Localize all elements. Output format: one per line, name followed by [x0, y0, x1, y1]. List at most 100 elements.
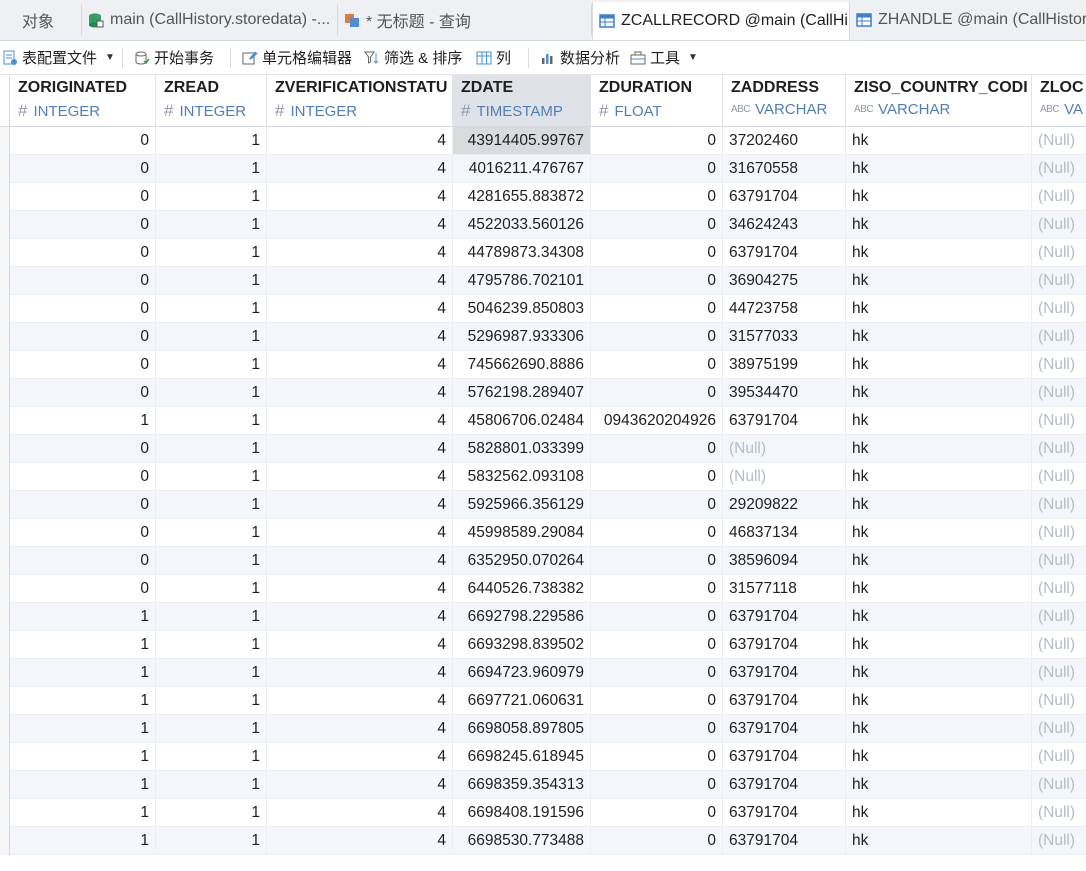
table-cell-ziso_country_codi[interactable]: hk [846, 323, 1032, 351]
tools-button[interactable]: 工具 ▼ [630, 41, 698, 74]
column-header-zaddress[interactable]: ZADDRESS ABC VARCHAR [723, 75, 846, 127]
table-cell-zdate[interactable]: 5296987.933306 [453, 323, 591, 351]
table-cell-ziso_country_codi[interactable]: hk [846, 127, 1032, 155]
table-cell-zoriginated[interactable]: 1 [10, 827, 156, 855]
table-cell-zdate[interactable]: 6698359.354313 [453, 771, 591, 799]
table-row[interactable]: 0 1 4 43914405.99767 0 37202460 hk (Null) [0, 127, 1086, 155]
table-cell-ziso_country_codi[interactable]: hk [846, 211, 1032, 239]
table-cell-zread[interactable]: 1 [156, 407, 267, 435]
table-cell-zoriginated[interactable]: 0 [10, 463, 156, 491]
table-row[interactable]: 1 1 4 6698408.191596 0 63791704 hk (Null) [0, 799, 1086, 827]
table-cell-zloc[interactable]: (Null) [1032, 463, 1086, 491]
table-cell-zduration[interactable]: 0 [591, 659, 723, 687]
table-cell-zaddress[interactable]: 38596094 [723, 547, 846, 575]
table-row[interactable]: 0 1 4 6352950.070264 0 38596094 hk (Null) [0, 547, 1086, 575]
table-cell-zverificationstatu[interactable]: 4 [267, 379, 453, 407]
table-row[interactable]: 1 1 4 6692798.229586 0 63791704 hk (Null) [0, 603, 1086, 631]
table-cell-zdate[interactable]: 5046239.850803 [453, 295, 591, 323]
table-row[interactable]: 0 1 4 4281655.883872 0 63791704 hk (Null) [0, 183, 1086, 211]
table-cell-zverificationstatu[interactable]: 4 [267, 351, 453, 379]
table-cell-zloc[interactable]: (Null) [1032, 715, 1086, 743]
tab-objects[interactable]: 对象 [0, 4, 82, 36]
table-cell-zoriginated[interactable]: 1 [10, 743, 156, 771]
table-row[interactable]: 0 1 4 44789873.34308 0 63791704 hk (Null) [0, 239, 1086, 267]
data-analysis-button[interactable]: 数据分析 [540, 41, 620, 74]
table-cell-zaddress[interactable]: 38975199 [723, 351, 846, 379]
column-header-zduration[interactable]: ZDURATION # FLOAT [591, 75, 723, 127]
tab-main-database[interactable]: main (CallHistory.storedata) -... [82, 4, 338, 36]
table-cell-zread[interactable]: 1 [156, 127, 267, 155]
column-header-zread[interactable]: ZREAD # INTEGER [156, 75, 267, 127]
table-row[interactable]: 1 1 4 6698359.354313 0 63791704 hk (Null) [0, 771, 1086, 799]
table-row[interactable]: 0 1 4 5828801.033399 0 (Null) hk (Null) [0, 435, 1086, 463]
row-selector[interactable] [0, 407, 10, 435]
row-selector[interactable] [0, 183, 10, 211]
table-cell-zduration[interactable]: 0 [591, 743, 723, 771]
column-header-zdate[interactable]: ZDATE # TIMESTAMP [453, 75, 591, 127]
table-row[interactable]: 1 1 4 6698530.773488 0 63791704 hk (Null) [0, 827, 1086, 855]
table-cell-zoriginated[interactable]: 0 [10, 491, 156, 519]
table-cell-zloc[interactable]: (Null) [1032, 267, 1086, 295]
table-cell-ziso_country_codi[interactable]: hk [846, 435, 1032, 463]
table-cell-zdate[interactable]: 6692798.229586 [453, 603, 591, 631]
tab-zhandle[interactable]: ZHANDLE @main (CallHistory [850, 4, 1086, 36]
table-cell-zread[interactable]: 1 [156, 155, 267, 183]
table-cell-zverificationstatu[interactable]: 4 [267, 323, 453, 351]
table-cell-zaddress[interactable]: 63791704 [723, 715, 846, 743]
table-cell-zdate[interactable]: 5832562.093108 [453, 463, 591, 491]
table-cell-zaddress[interactable]: 63791704 [723, 603, 846, 631]
table-cell-zaddress[interactable]: 63791704 [723, 827, 846, 855]
filter-sort-button[interactable]: 筛选 & 排序 [364, 41, 462, 74]
table-cell-zread[interactable]: 1 [156, 379, 267, 407]
table-cell-zverificationstatu[interactable]: 4 [267, 463, 453, 491]
table-cell-zdate[interactable]: 6698530.773488 [453, 827, 591, 855]
table-cell-zdate[interactable]: 45806706.02484 [453, 407, 591, 435]
table-cell-ziso_country_codi[interactable]: hk [846, 519, 1032, 547]
table-cell-zoriginated[interactable]: 0 [10, 547, 156, 575]
table-cell-zverificationstatu[interactable]: 4 [267, 239, 453, 267]
table-cell-zdate[interactable]: 745662690.8886 [453, 351, 591, 379]
table-cell-zdate[interactable]: 4281655.883872 [453, 183, 591, 211]
cell-editor-button[interactable]: 单元格编辑器 [242, 41, 352, 74]
table-cell-zverificationstatu[interactable]: 4 [267, 575, 453, 603]
table-cell-zloc[interactable]: (Null) [1032, 519, 1086, 547]
row-selector[interactable] [0, 295, 10, 323]
table-cell-zoriginated[interactable]: 0 [10, 435, 156, 463]
table-cell-zverificationstatu[interactable]: 4 [267, 155, 453, 183]
table-cell-zduration[interactable]: 0 [591, 267, 723, 295]
table-cell-zread[interactable]: 1 [156, 631, 267, 659]
table-cell-zverificationstatu[interactable]: 4 [267, 435, 453, 463]
table-cell-zverificationstatu[interactable]: 4 [267, 127, 453, 155]
table-cell-zoriginated[interactable]: 0 [10, 239, 156, 267]
table-cell-zverificationstatu[interactable]: 4 [267, 631, 453, 659]
table-cell-zloc[interactable]: (Null) [1032, 379, 1086, 407]
table-cell-zduration[interactable]: 0 [591, 379, 723, 407]
table-cell-zoriginated[interactable]: 1 [10, 715, 156, 743]
row-selector[interactable] [0, 519, 10, 547]
table-cell-zverificationstatu[interactable]: 4 [267, 519, 453, 547]
row-selector[interactable] [0, 771, 10, 799]
table-cell-zverificationstatu[interactable]: 4 [267, 407, 453, 435]
row-selector[interactable] [0, 799, 10, 827]
table-cell-zdate[interactable]: 4522033.560126 [453, 211, 591, 239]
tab-zcallrecord[interactable]: ZCALLRECORD @main (CallHi... [592, 2, 850, 40]
table-row[interactable]: 0 1 4 5046239.850803 0 44723758 hk (Null) [0, 295, 1086, 323]
row-selector[interactable] [0, 491, 10, 519]
table-cell-zdate[interactable]: 6352950.070264 [453, 547, 591, 575]
table-cell-ziso_country_codi[interactable]: hk [846, 267, 1032, 295]
table-cell-ziso_country_codi[interactable]: hk [846, 575, 1032, 603]
table-cell-zaddress[interactable]: 63791704 [723, 631, 846, 659]
table-cell-zloc[interactable]: (Null) [1032, 323, 1086, 351]
row-selector[interactable] [0, 127, 10, 155]
table-cell-zoriginated[interactable]: 1 [10, 771, 156, 799]
table-cell-zoriginated[interactable]: 1 [10, 631, 156, 659]
table-cell-zdate[interactable]: 5925966.356129 [453, 491, 591, 519]
row-selector[interactable] [0, 351, 10, 379]
table-cell-zaddress[interactable]: 46837134 [723, 519, 846, 547]
table-cell-zduration[interactable]: 0 [591, 491, 723, 519]
table-cell-zread[interactable]: 1 [156, 687, 267, 715]
table-cell-zduration[interactable]: 0 [591, 351, 723, 379]
table-cell-zloc[interactable]: (Null) [1032, 183, 1086, 211]
table-cell-zloc[interactable]: (Null) [1032, 155, 1086, 183]
table-cell-zloc[interactable]: (Null) [1032, 771, 1086, 799]
